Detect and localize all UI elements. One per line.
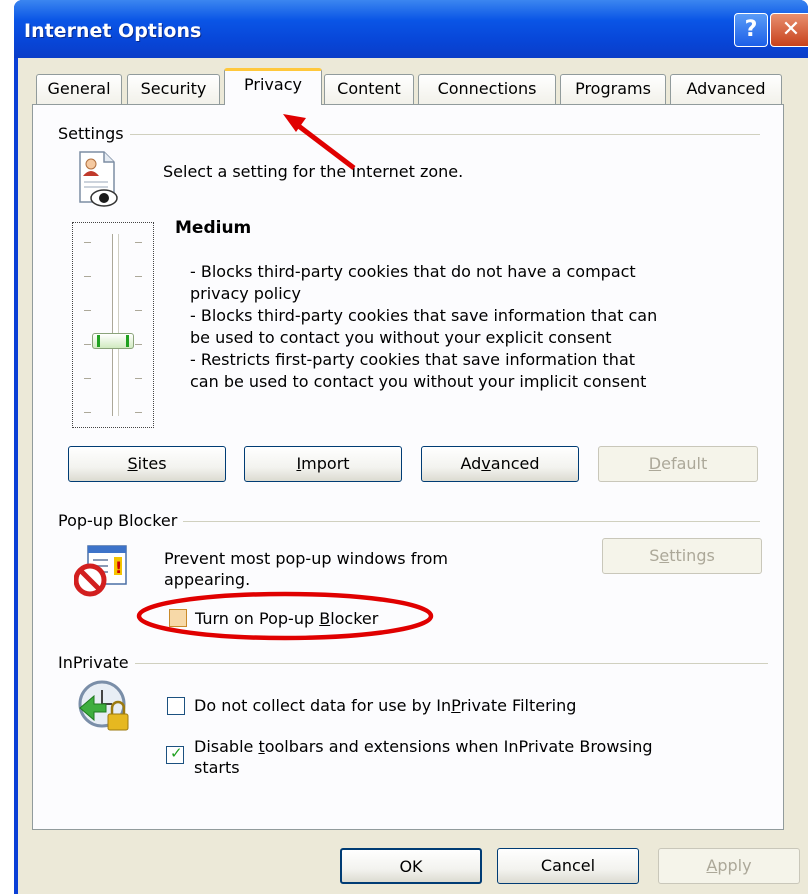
ok-button[interactable]: OK <box>340 848 482 884</box>
tab-advanced[interactable]: Advanced <box>670 74 782 104</box>
inprivate-group-line <box>60 663 768 664</box>
tab-security[interactable]: Security <box>127 74 220 104</box>
slider-tick <box>135 344 142 345</box>
inprivate-filtering-checkbox[interactable] <box>167 697 185 715</box>
privacy-desc-line-6: can be used to contact you without your … <box>190 372 647 391</box>
slider-tick <box>135 378 142 379</box>
slider-tick <box>84 378 91 379</box>
advanced-label-post: anced <box>490 454 540 473</box>
inprivate-filtering-accesskey: P <box>451 696 461 715</box>
privacy-desc-line-4: be used to contact you without your expl… <box>190 328 612 347</box>
disable-toolbars-label[interactable]: Disable toolbars and extensions when InP… <box>194 736 653 757</box>
slider-tick <box>84 242 91 243</box>
slider-tick <box>84 310 91 311</box>
sites-label-post: ites <box>137 454 167 473</box>
import-label-post: mport <box>301 454 350 473</box>
slider-tick <box>84 412 91 413</box>
tab-connections[interactable]: Connections <box>418 74 556 104</box>
checkmark-icon: ✓ <box>170 744 183 762</box>
sites-accesskey: S <box>127 454 138 473</box>
popup-desc-line-2: appearing. <box>164 570 251 589</box>
privacy-level-slider-thumb[interactable] <box>92 333 134 349</box>
privacy-desc-line-3: - Blocks third-party cookies that save i… <box>190 306 658 325</box>
popup-settings-accesskey: e <box>659 546 670 565</box>
title-bar[interactable]: Internet Options ? ✕ <box>14 0 808 58</box>
default-label-post: efault <box>661 454 708 473</box>
disable-toolbars-label-pre: Disable <box>194 737 259 756</box>
privacy-level-name: Medium <box>175 218 252 238</box>
privacy-document-icon <box>79 151 118 207</box>
popup-blocker-icon: ! <box>74 545 127 597</box>
inprivate-group-label: InPrivate <box>58 653 135 672</box>
popup-settings-label-pre: S <box>649 546 660 565</box>
disable-toolbars-label-line-2: starts <box>194 758 240 777</box>
tab-programs[interactable]: Programs <box>560 74 666 104</box>
inprivate-filtering-label-pre: Do not collect data for use by In <box>194 696 452 715</box>
close-button[interactable]: ✕ <box>770 13 808 47</box>
inprivate-clock-lock-icon <box>78 680 129 731</box>
disable-toolbars-checkbox[interactable]: ✓ <box>166 744 184 764</box>
popup-desc-line-1: Prevent most pop-up windows from <box>164 549 448 568</box>
slider-tick <box>84 276 91 277</box>
window-title: Internet Options <box>24 20 202 42</box>
import-button[interactable]: Import <box>244 446 402 482</box>
slider-tick <box>135 242 142 243</box>
tab-content[interactable]: Content <box>324 74 414 104</box>
sites-button[interactable]: Sites <box>68 446 226 482</box>
popup-blocker-label-pre: Turn on Pop-up <box>195 609 320 628</box>
advanced-button[interactable]: Advanced <box>421 446 579 482</box>
slider-tick <box>135 310 142 311</box>
advanced-accesskey: v <box>481 454 491 473</box>
privacy-desc-line-1: - Blocks third-party cookies that do not… <box>190 262 636 281</box>
default-button[interactable]: Default <box>598 446 758 482</box>
apply-button[interactable]: Apply <box>658 848 800 884</box>
settings-group-label: Settings <box>58 124 130 143</box>
svg-text:!: ! <box>115 558 122 577</box>
privacy-desc-line-5: - Restricts first-party cookies that sav… <box>190 350 636 369</box>
slider-tick <box>135 412 142 413</box>
popup-blocker-accesskey: B <box>319 609 331 628</box>
popup-settings-button[interactable]: Settings <box>602 538 762 574</box>
default-accesskey: D <box>648 454 662 473</box>
slider-tick <box>84 344 91 345</box>
privacy-desc-line-2: privacy policy <box>190 284 301 303</box>
disable-toolbars-label-post: oolbars and extensions when InPrivate Br… <box>264 737 653 756</box>
popup-blocker-checkbox-label[interactable]: Turn on Pop-up Blocker <box>195 608 378 629</box>
settings-intro-text: Select a setting for the Internet zone. <box>163 162 464 181</box>
popup-blocker-label-post: locker <box>330 609 379 628</box>
popup-group-label: Pop-up Blocker <box>58 511 184 530</box>
inprivate-filtering-label-post: rivate Filtering <box>460 696 577 715</box>
advanced-label-pre: Ad <box>460 454 482 473</box>
slider-tick <box>135 276 142 277</box>
apply-label-post: pply <box>717 856 752 875</box>
tab-general[interactable]: General <box>36 74 122 104</box>
help-button[interactable]: ? <box>734 13 768 47</box>
popup-settings-label-post: ttings <box>669 546 715 565</box>
settings-group-line <box>60 134 760 135</box>
tab-privacy[interactable]: Privacy <box>224 68 322 105</box>
apply-accesskey: A <box>706 856 718 875</box>
popup-blocker-checkbox[interactable] <box>169 609 187 627</box>
privacy-level-slider[interactable] <box>112 234 118 416</box>
cancel-button[interactable]: Cancel <box>497 848 639 884</box>
inprivate-filtering-label[interactable]: Do not collect data for use by InPrivate… <box>194 695 576 716</box>
